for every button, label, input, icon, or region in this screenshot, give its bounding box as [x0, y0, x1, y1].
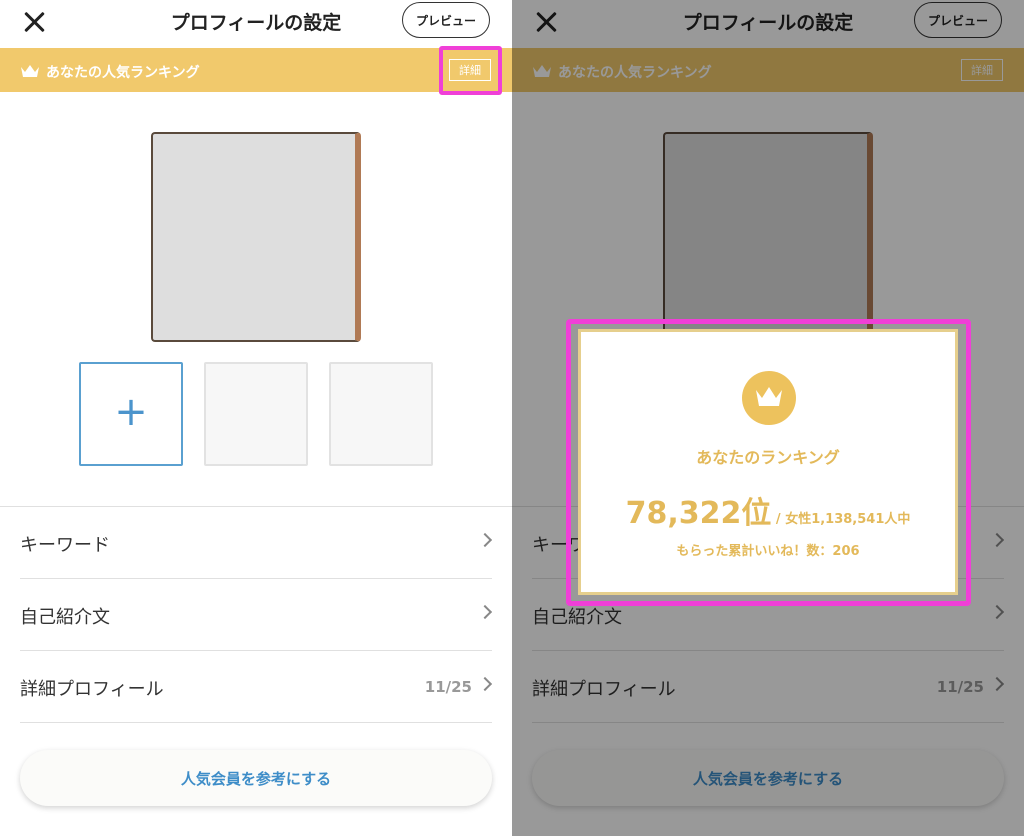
add-photo-button[interactable]: +	[79, 362, 183, 466]
completion-count: 11/25	[424, 678, 472, 696]
menu-item-label: 詳細プロフィール	[20, 679, 164, 700]
crown-icon	[21, 65, 39, 77]
photo-slot[interactable]	[329, 362, 433, 466]
preview-button[interactable]: プレビュー	[402, 2, 490, 38]
chevron-right-icon	[477, 532, 493, 548]
menu-item-keyword[interactable]: キーワード	[20, 507, 493, 579]
header: プロフィールの設定 プレビュー	[0, 0, 512, 48]
photo-slot[interactable]	[204, 362, 308, 466]
chevron-right-icon	[477, 604, 493, 620]
main-profile-photo[interactable]	[151, 132, 361, 342]
chevron-right-icon	[477, 676, 493, 692]
plus-icon: +	[114, 389, 148, 435]
highlight-box	[566, 319, 971, 606]
profile-settings-screen: プロフィールの設定 プレビュー あなたの人気ランキング 詳細 + キーワード 自…	[0, 0, 512, 836]
ranking-bar: あなたの人気ランキング 詳細	[0, 48, 512, 92]
menu-item-self-intro[interactable]: 自己紹介文	[20, 579, 493, 651]
menu-item-detail-profile[interactable]: 詳細プロフィール 11/25	[20, 651, 493, 723]
reference-popular-members-button[interactable]: 人気会員を参考にする	[20, 750, 492, 806]
menu-item-label: キーワード	[20, 535, 110, 556]
ranking-label: あなたの人気ランキング	[46, 65, 200, 81]
menu-item-label: 自己紹介文	[20, 607, 110, 628]
highlight-box	[439, 46, 502, 95]
